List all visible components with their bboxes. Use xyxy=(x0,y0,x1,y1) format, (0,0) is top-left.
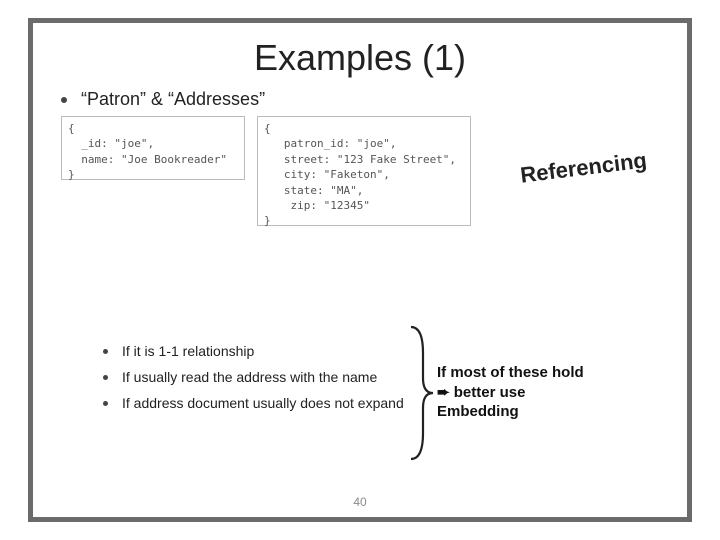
condition-row: If usually read the address with the nam… xyxy=(103,369,437,385)
code-box-patron: { _id: "joe", name: "Joe Bookreader" } xyxy=(61,116,245,180)
bullet-dot-icon xyxy=(61,97,67,103)
bullet-dot-icon xyxy=(103,349,108,354)
lower-row: If it is 1-1 relationship If usually rea… xyxy=(103,333,647,422)
intro-bullet-text: “Patron” & “Addresses” xyxy=(81,89,265,110)
bullet-dot-icon xyxy=(103,401,108,406)
conditions-list: If it is 1-1 relationship If usually rea… xyxy=(103,333,437,422)
conclusion-box: If most of these hold ➨ better use Embed… xyxy=(437,333,647,422)
conclusion-line2: ➨ better use xyxy=(437,383,647,403)
slide: Examples (1) “Patron” & “Addresses” { _i… xyxy=(0,0,720,540)
conclusion-line3: Embedding xyxy=(437,402,647,422)
condition-row: If address document usually does not exp… xyxy=(103,395,437,411)
condition-row: If it is 1-1 relationship xyxy=(103,343,437,359)
condition-text: If address document usually does not exp… xyxy=(122,395,404,411)
arrow-right-icon: ➨ xyxy=(437,383,450,403)
slide-frame: Examples (1) “Patron” & “Addresses” { _i… xyxy=(28,18,692,522)
bullet-dot-icon xyxy=(103,375,108,380)
condition-text: If usually read the address with the nam… xyxy=(122,369,377,385)
conclusion-line1: If most of these hold xyxy=(437,363,647,383)
intro-bullet-row: “Patron” & “Addresses” xyxy=(61,89,659,110)
code-box-address: { patron_id: "joe", street: "123 Fake St… xyxy=(257,116,471,226)
conclusion-line2-rest: better use xyxy=(450,384,526,401)
slide-title: Examples (1) xyxy=(33,37,687,79)
condition-text: If it is 1-1 relationship xyxy=(122,343,254,359)
page-number: 40 xyxy=(33,495,687,509)
